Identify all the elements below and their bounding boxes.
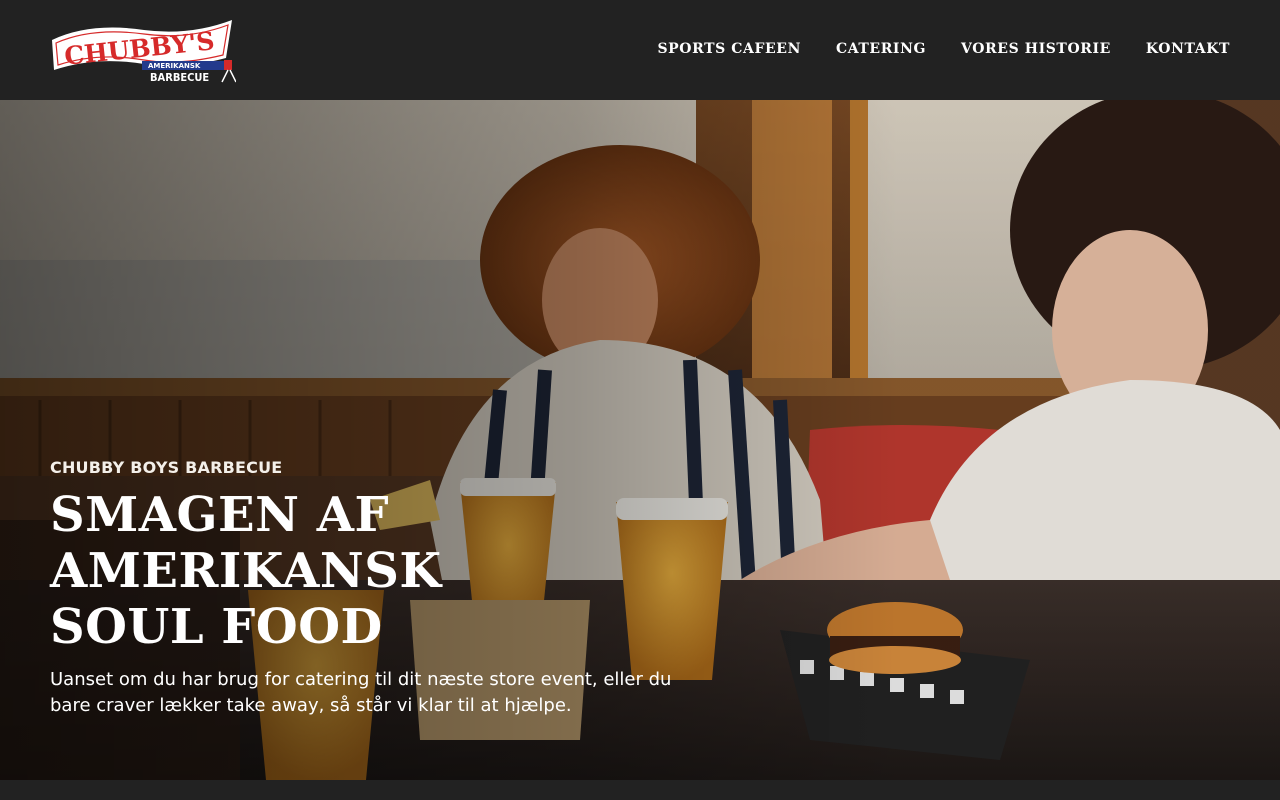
site-header: CHUBBY'S AMERIKANSK BARBECUE SPORTS CAFE… bbox=[0, 0, 1280, 100]
hero-text-block: CHUBBY BOYS BARBECUE SMAGEN AF AMERIKANS… bbox=[50, 457, 710, 719]
logo-tag-text: AMERIKANSK bbox=[148, 62, 201, 70]
hero-eyebrow: CHUBBY BOYS BARBECUE bbox=[50, 458, 283, 477]
page-bottom-strip bbox=[0, 780, 1280, 800]
nav-catering[interactable]: CATERING bbox=[836, 38, 926, 60]
hero-section: CHUBBY BOYS BARBECUE SMAGEN AF AMERIKANS… bbox=[0, 100, 1280, 780]
nav-sports-cafeen[interactable]: SPORTS CAFEEN bbox=[657, 38, 801, 60]
nav-kontakt[interactable]: KONTAKT bbox=[1146, 38, 1230, 60]
chubbys-logo: CHUBBY'S AMERIKANSK BARBECUE bbox=[52, 20, 236, 84]
nav-vores-historie[interactable]: VORES HISTORIE bbox=[961, 38, 1111, 60]
hero-lead: Uanset om du har brug for catering til d… bbox=[50, 669, 672, 716]
main-nav: SPORTS CAFEEN CATERING VORES HISTORIE KO… bbox=[657, 38, 1230, 60]
logo-sub-text: BARBECUE bbox=[150, 71, 209, 84]
hero-headline: SMAGEN AF AMERIKANSK SOUL FOOD bbox=[50, 487, 442, 655]
